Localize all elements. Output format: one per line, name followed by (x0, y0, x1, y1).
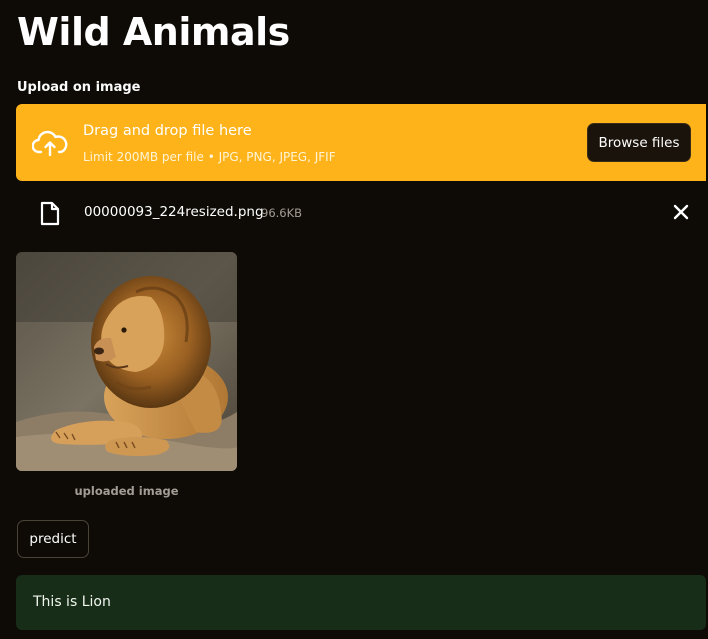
uploaded-file-row: 00000093_224resized.png 96.6KB (16, 196, 706, 230)
lion-illustration (16, 252, 237, 471)
uploaded-image (16, 252, 237, 471)
cloud-upload-icon (32, 130, 68, 157)
prediction-result-alert: This is Lion (16, 575, 706, 630)
file-name: 00000093_224resized.png (84, 204, 264, 220)
image-caption: uploaded image (74, 484, 179, 498)
file-dropzone[interactable]: Drag and drop file here Limit 200MB per … (16, 104, 706, 181)
prediction-result-text: This is Lion (33, 594, 111, 610)
file-icon (40, 201, 60, 226)
close-icon[interactable] (672, 203, 690, 221)
upload-label: Upload on image (17, 80, 141, 95)
app-page: Wild Animals Upload on image Drag and dr… (0, 0, 708, 639)
predict-button[interactable]: predict (17, 520, 89, 558)
dropzone-instructions: Drag and drop file here (83, 123, 252, 139)
browse-files-button[interactable]: Browse files (587, 123, 691, 162)
file-size: 96.6KB (261, 206, 303, 220)
dropzone-limit-text: Limit 200MB per file • JPG, PNG, JPEG, J… (83, 150, 336, 164)
page-title: Wild Animals (17, 10, 290, 54)
